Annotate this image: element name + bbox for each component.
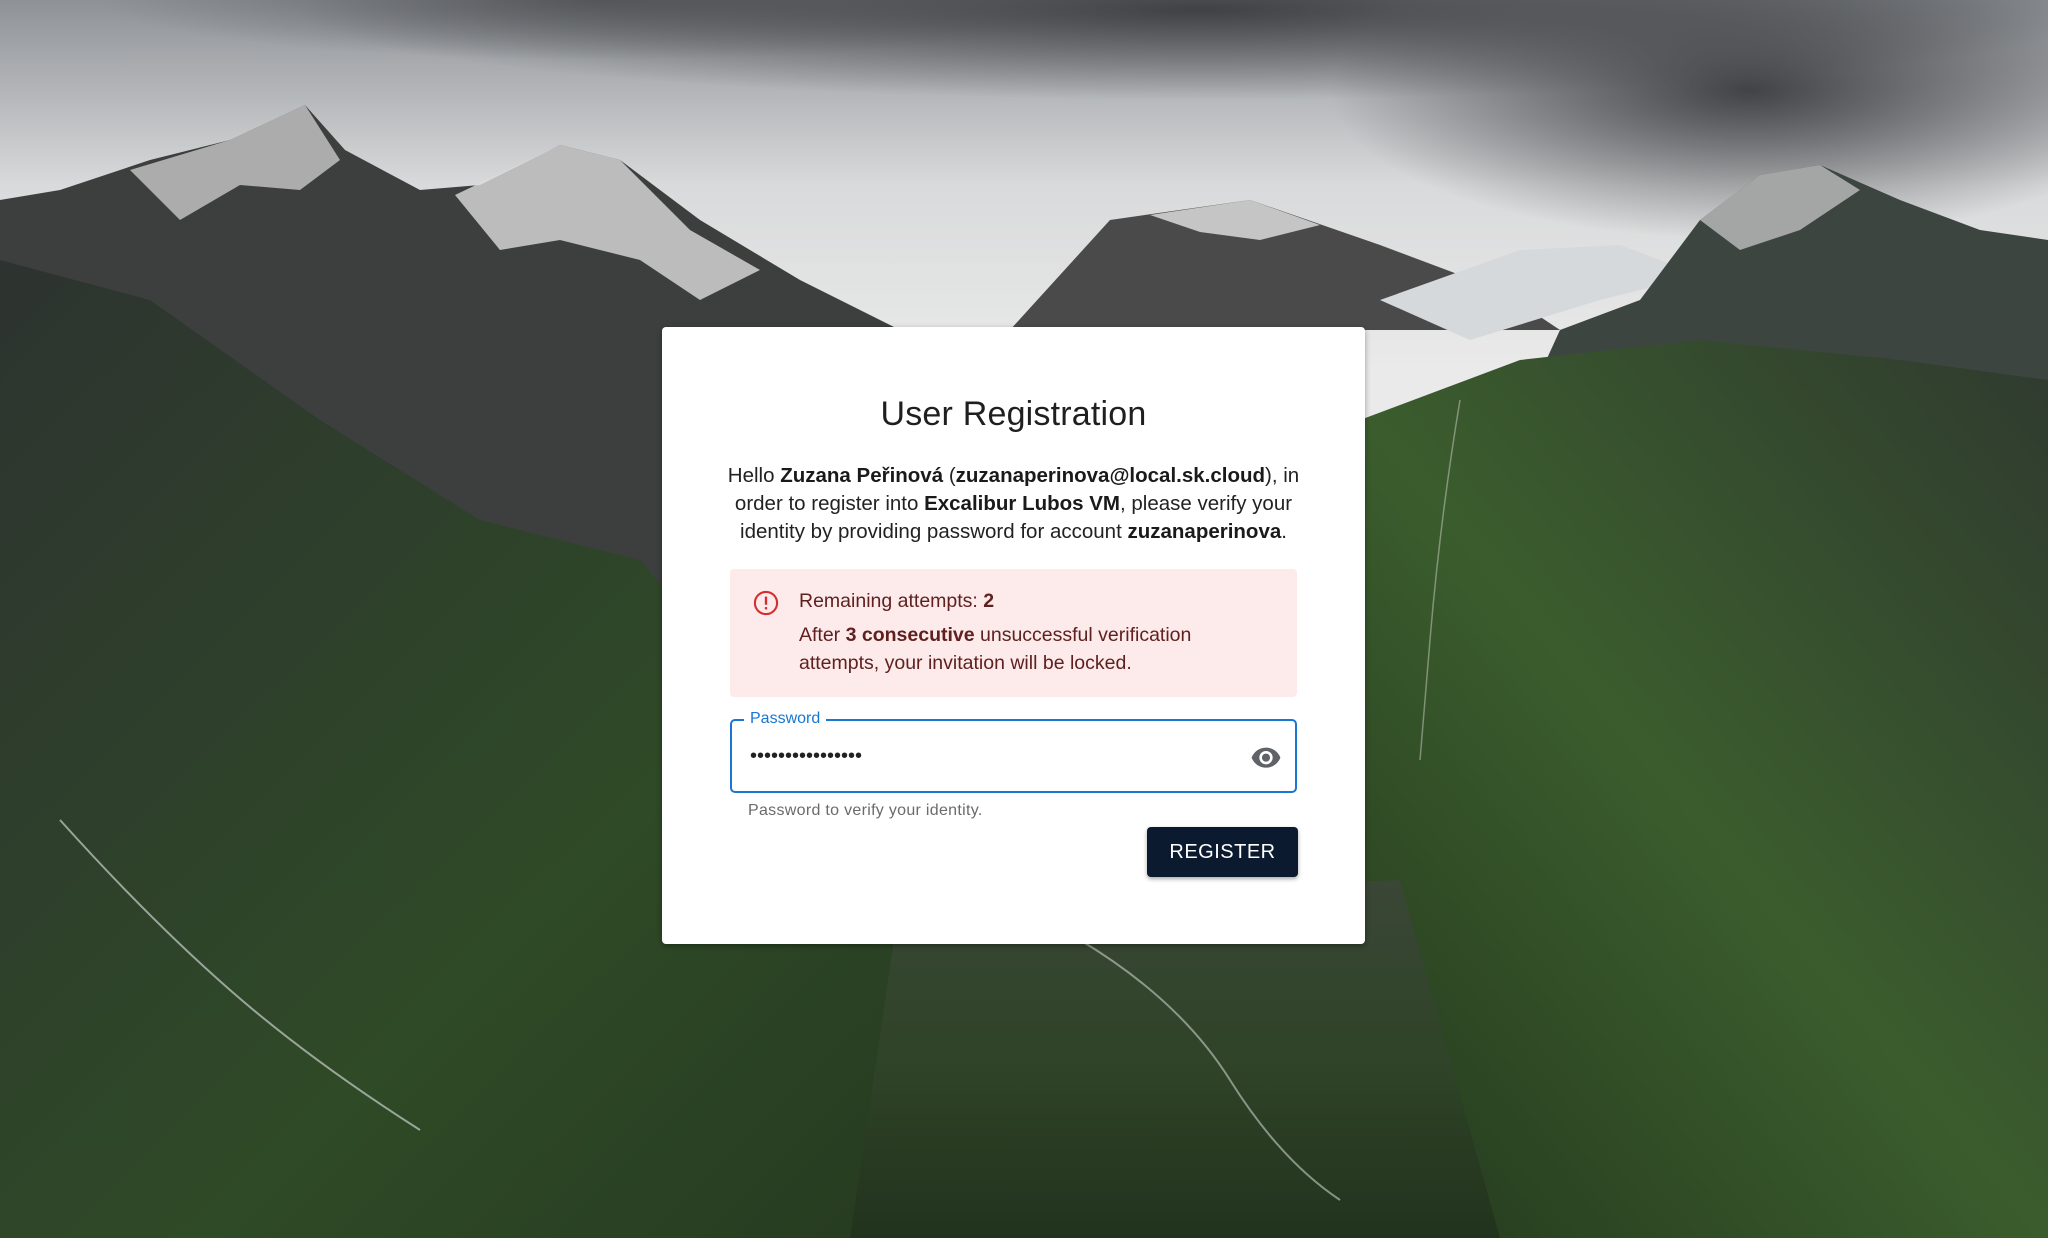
remaining-attempts: Remaining attempts: 2 <box>799 587 1269 615</box>
intro-paren: ( <box>943 464 956 487</box>
eye-icon[interactable] <box>1249 741 1283 773</box>
remaining-label: Remaining attempts: <box>799 590 984 612</box>
user-email: zuzanaperinova@local.sk.cloud <box>955 464 1266 487</box>
remaining-value: 2 <box>983 590 995 612</box>
password-field[interactable]: Password <box>730 709 1297 793</box>
password-helper-text: Password to verify your identity. <box>748 802 983 819</box>
error-outline-icon <box>753 590 779 616</box>
lock-warning-prefix: After <box>799 624 846 646</box>
lock-warning-count: 3 consecutive <box>845 624 975 646</box>
account-name: zuzanaperinova <box>1127 520 1282 543</box>
lock-warning: After 3 consecutive unsuccessful verific… <box>799 621 1269 677</box>
alert-text: Remaining attempts: 2 After 3 consecutiv… <box>799 587 1269 677</box>
attempts-alert: Remaining attempts: 2 After 3 consecutiv… <box>730 569 1297 697</box>
registration-card: User Registration Hello Zuzana Peřinová … <box>662 327 1365 944</box>
user-name: Zuzana Peřinová <box>780 464 944 487</box>
target-name: Excalibur Lubos VM <box>924 492 1120 515</box>
page-title: User Registration <box>880 395 1147 433</box>
register-button[interactable]: REGISTER <box>1147 827 1298 877</box>
intro-text: Hello Zuzana Peřinová (zuzanaperinova@lo… <box>717 462 1310 546</box>
password-input[interactable] <box>750 739 1230 773</box>
password-label: Password <box>744 709 827 729</box>
intro-greeting: Hello <box>727 464 781 487</box>
intro-end: . <box>1281 520 1287 543</box>
